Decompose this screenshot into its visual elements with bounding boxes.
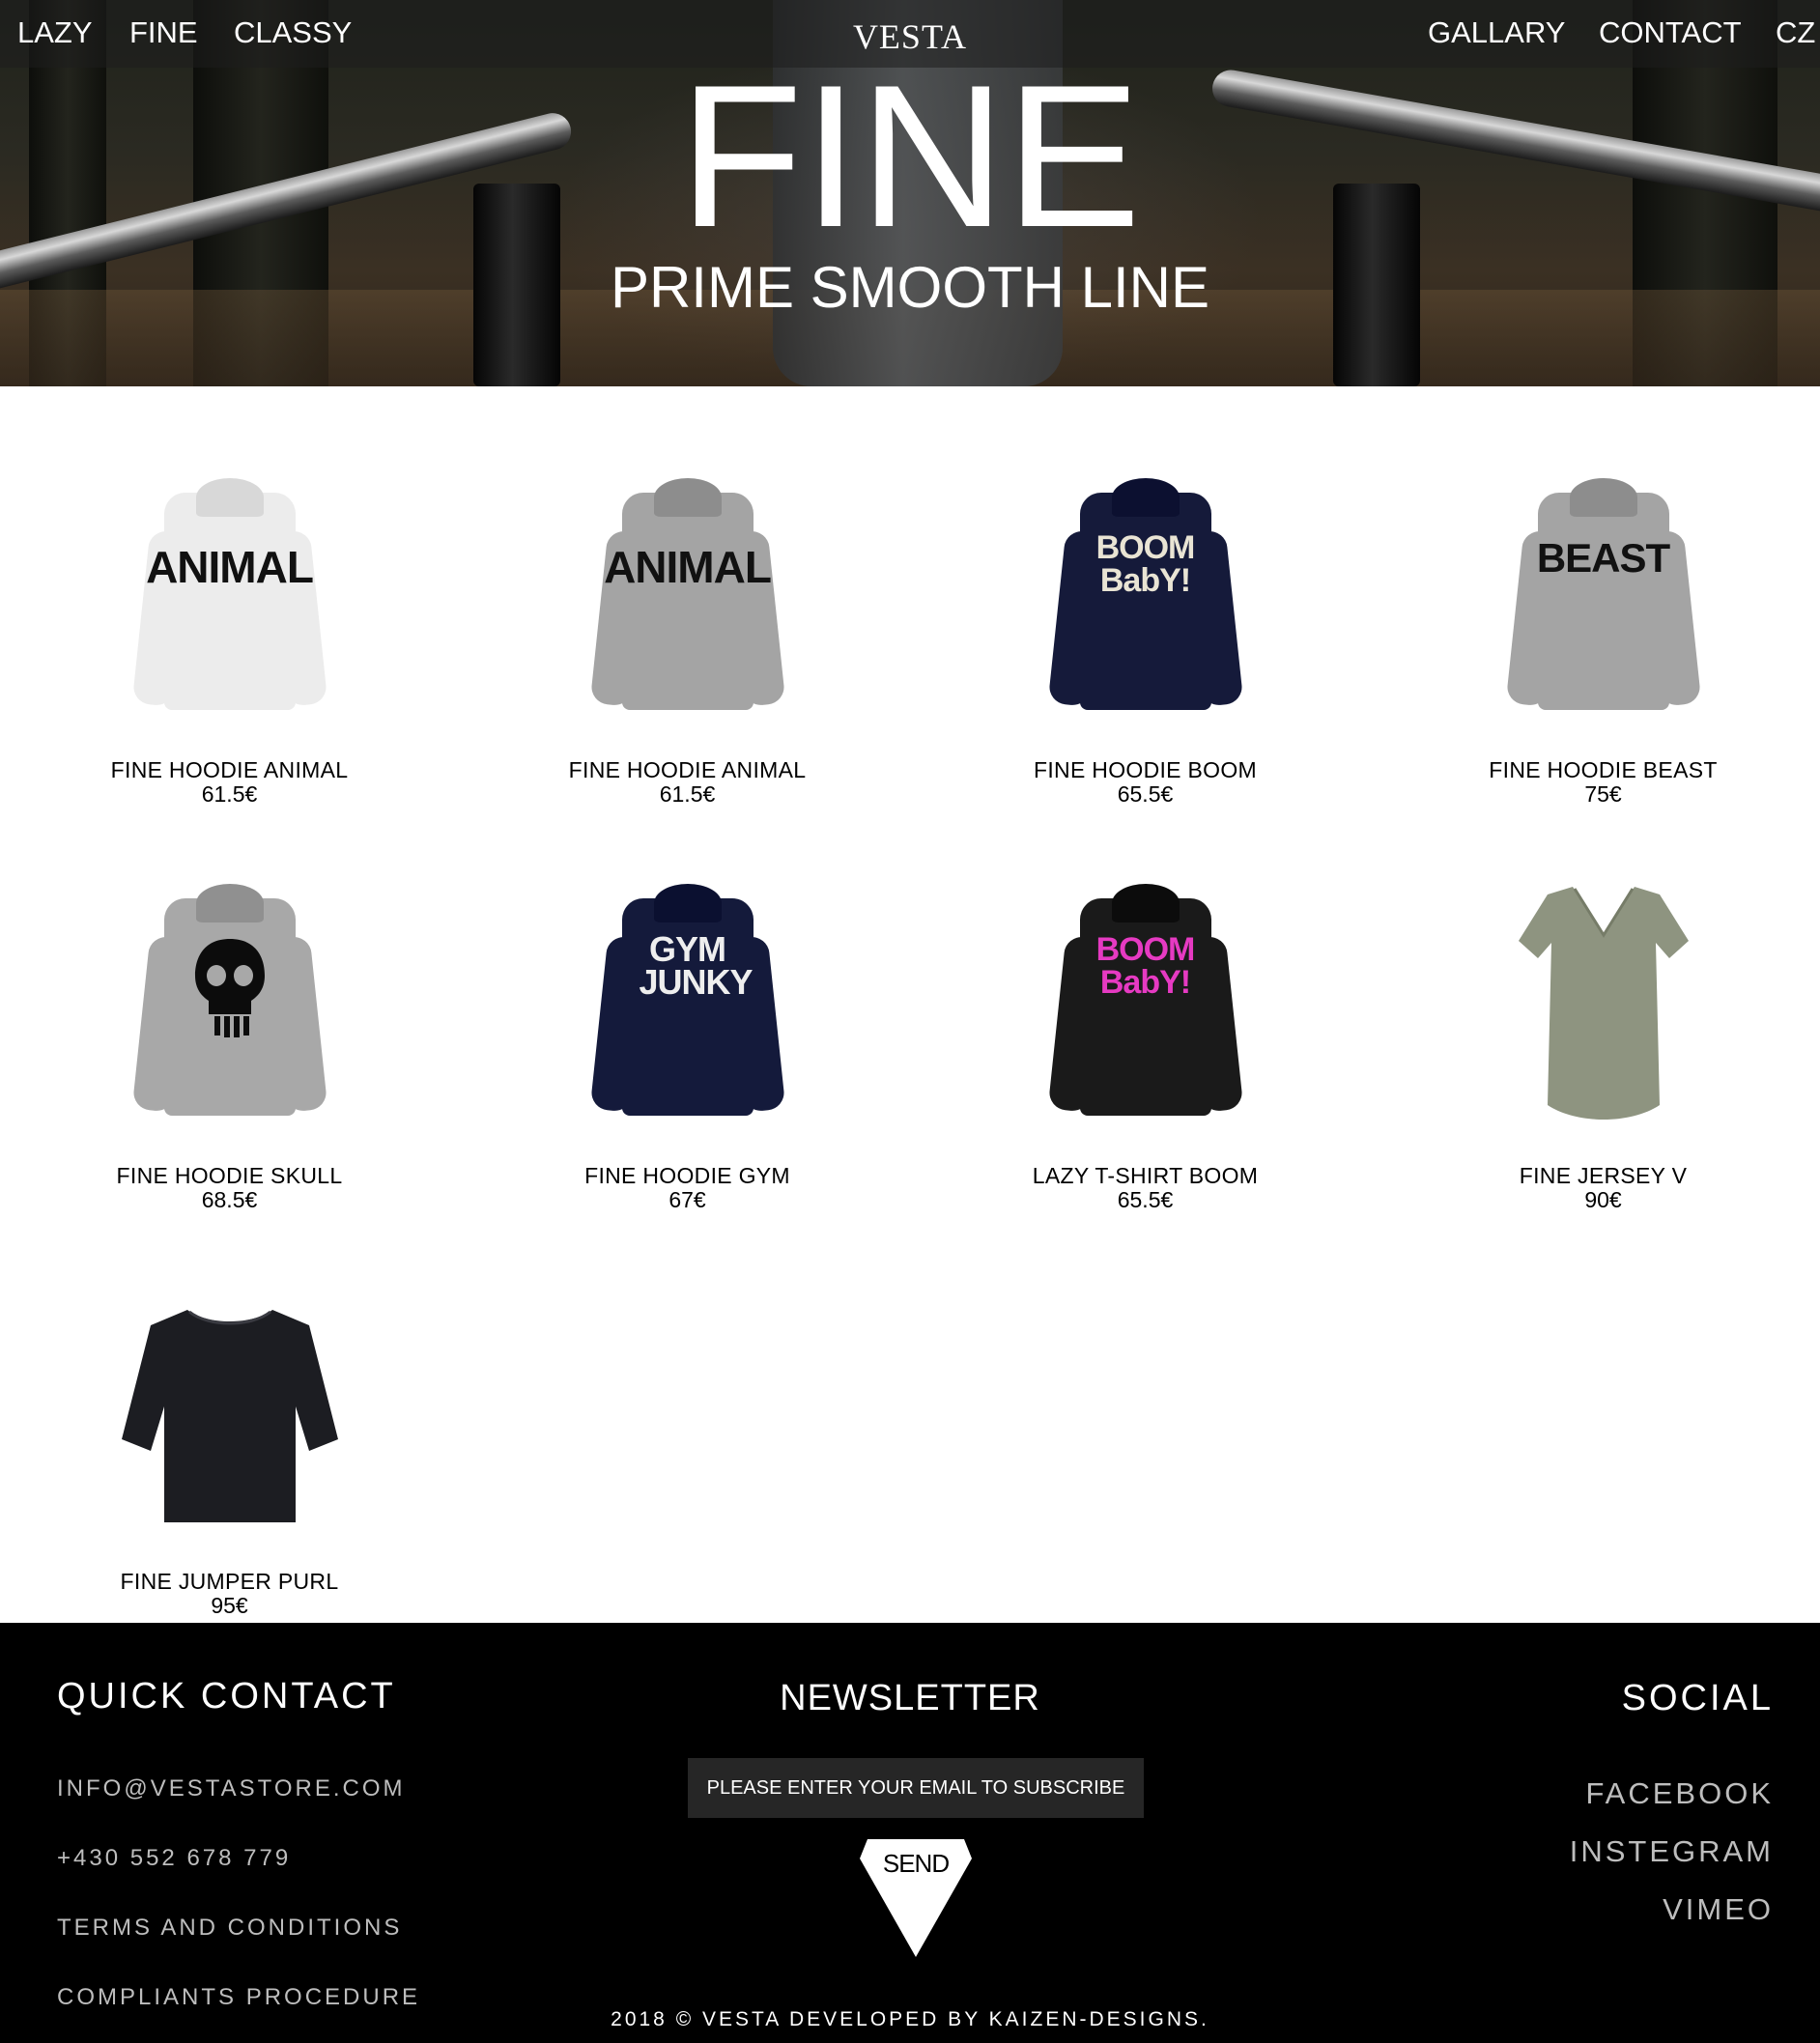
product-name[interactable]: FINE HOODIE SKULL [0, 1163, 459, 1188]
product-card[interactable]: BOOM BabY! LAZY T-SHIRT BOOM 65.5€ [916, 879, 1375, 1211]
product-name[interactable]: FINE HOODIE ANIMAL [458, 757, 917, 782]
product-price: 68.5€ [201, 1187, 258, 1212]
jumper-shape [121, 1310, 338, 1522]
product-price: 75€ [1584, 781, 1622, 807]
nav-link-contact[interactable]: CONTACT [1599, 14, 1742, 52]
product-card[interactable]: BOOM BabY! FINE HOODIE BOOM 65.5€ [916, 473, 1375, 806]
hero-title: FINE [678, 43, 1142, 270]
garment-hood [195, 478, 264, 517]
nav-link-language-cz[interactable]: CZ [1776, 14, 1815, 52]
product-name[interactable]: FINE JUMPER PURL [0, 1569, 459, 1594]
product-name[interactable]: FINE HOODIE BEAST [1374, 757, 1820, 782]
garment-print: GYM JUNKY [639, 929, 754, 1002]
product-name[interactable]: FINE HOODIE ANIMAL [0, 757, 459, 782]
social-link-vimeo[interactable]: VIMEO [1663, 1892, 1774, 1927]
product-price: 65.5€ [1117, 781, 1174, 807]
product-image-white-hoodie[interactable]: ANIMAL [104, 473, 355, 724]
product-price: 61.5€ [659, 781, 716, 807]
garment-hood [1111, 884, 1180, 922]
skull-print-icon [194, 939, 265, 1037]
garment-print: ANIMAL [146, 542, 314, 592]
product-card[interactable]: FINE HOODIE SKULL 68.5€ [0, 879, 459, 1211]
product-card[interactable]: FINE JUMPER PURL 95€ [0, 1285, 459, 1617]
product-card[interactable]: ANIMAL FINE HOODIE ANIMAL 61.5€ [0, 473, 459, 806]
vneck-tee-shape [1518, 887, 1689, 1120]
product-card[interactable]: GYM JUNKY FINE HOODIE GYM 67€ [458, 879, 917, 1211]
garment-hood [653, 478, 722, 517]
product-card[interactable]: BEAST FINE HOODIE BEAST 75€ [1374, 473, 1820, 806]
garment-body [621, 493, 754, 710]
product-name[interactable]: FINE HOODIE GYM [458, 1163, 917, 1188]
product-image-black-jumper[interactable] [104, 1285, 355, 1536]
garment-hood [1111, 478, 1180, 517]
garment-body [1079, 493, 1211, 710]
garment-hood [653, 884, 722, 922]
garment-hood [195, 884, 264, 922]
garment-print: BOOM BabY! [1095, 529, 1196, 599]
product-name[interactable]: FINE JERSEY V [1374, 1163, 1820, 1188]
garment-body [163, 493, 296, 710]
garment-body [1537, 493, 1669, 710]
hero-banner: LAZY FINE CLASSY VESTA GALLARY CONTACT C… [0, 0, 1820, 386]
send-triangle-icon: SEND [860, 1839, 972, 1957]
product-card[interactable]: FINE JERSEY V 90€ [1374, 879, 1820, 1211]
social-link-instagram[interactable]: INSTEGRAM [1570, 1834, 1774, 1869]
contact-phone-link[interactable]: +430 552 678 779 [57, 1844, 291, 1873]
product-name[interactable]: LAZY T-SHIRT BOOM [916, 1163, 1375, 1188]
terms-link[interactable]: TERMS AND CONDITIONS [57, 1914, 402, 1943]
product-name[interactable]: FINE HOODIE BOOM [916, 757, 1375, 782]
product-image-black-hoodie[interactable]: BOOM BabY! [1020, 879, 1271, 1130]
hero-subtitle: PRIME SMOOTH LINE [610, 255, 1210, 320]
product-image-navy-hoodie[interactable]: BOOM BabY! [1020, 473, 1271, 724]
social-heading: SOCIAL [1621, 1678, 1774, 1718]
newsletter-heading: NEWSLETTER [780, 1678, 1040, 1718]
product-price: 65.5€ [1117, 1187, 1174, 1212]
product-price: 67€ [668, 1187, 706, 1212]
product-image-grey-hoodie[interactable]: ANIMAL [562, 473, 813, 724]
send-button-label: SEND [883, 1849, 949, 1878]
nav-link-gallary[interactable]: GALLARY [1428, 14, 1565, 52]
newsletter-send-button[interactable]: SEND [858, 1837, 974, 1959]
garment-print: BEAST [1536, 535, 1670, 581]
garment-print: ANIMAL [604, 542, 772, 592]
contact-email-link[interactable]: INFO@VESTASTORE.COM [57, 1774, 406, 1803]
newsletter-email-input[interactable] [688, 1758, 1144, 1818]
product-price: 90€ [1584, 1187, 1622, 1212]
copyright-text: 2018 © VESTA DEVELOPED BY KAIZEN-DESIGNS… [611, 2008, 1209, 2030]
site-footer: QUICK CONTACT INFO@VESTASTORE.COM +430 5… [0, 1623, 1820, 2043]
garment-hood [1569, 478, 1637, 517]
product-price: 95€ [211, 1593, 248, 1618]
product-image-grey-hoodie-beast[interactable]: BEAST [1478, 473, 1729, 724]
product-image-olive-vneck[interactable] [1478, 879, 1729, 1130]
product-image-grey-hoodie-skull[interactable] [104, 879, 355, 1130]
product-price: 61.5€ [201, 781, 258, 807]
product-card[interactable]: ANIMAL FINE HOODIE ANIMAL 61.5€ [458, 473, 917, 806]
social-link-facebook[interactable]: FACEBOOK [1585, 1776, 1774, 1811]
product-image-navy-hoodie-gym[interactable]: GYM JUNKY [562, 879, 813, 1130]
garment-print: BOOM BabY! [1095, 931, 1196, 1001]
